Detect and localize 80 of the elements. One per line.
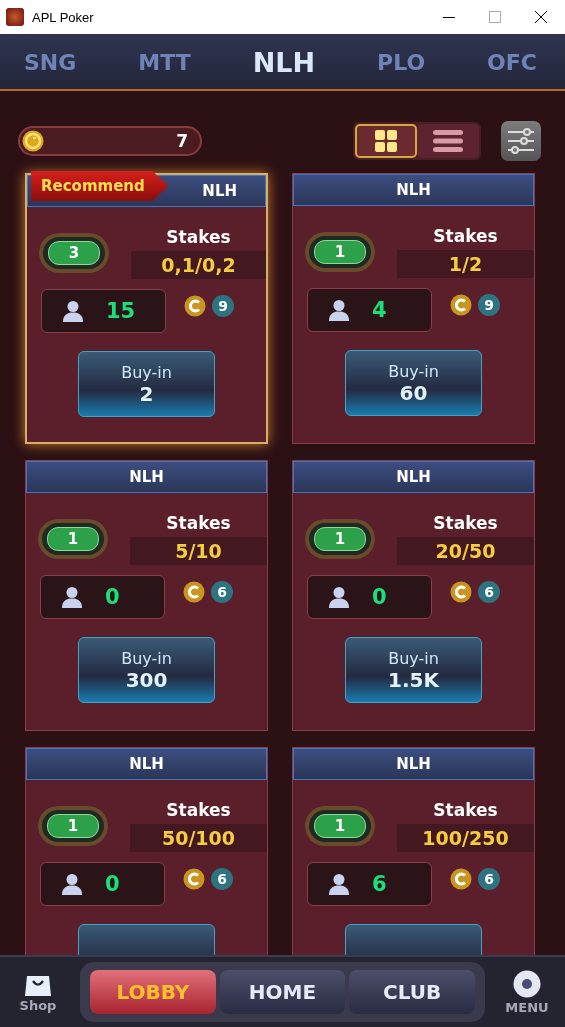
stakes-value: 1/2 (397, 250, 534, 278)
stakes-label: Stakes (166, 800, 231, 822)
coin-count: 6 (211, 581, 233, 603)
player-count: 4 (372, 298, 387, 322)
game-type: NLH (129, 755, 164, 773)
stakes-label: Stakes (166, 227, 231, 249)
game-type: NLH (396, 755, 431, 773)
window-title: APL Poker (32, 9, 94, 25)
stakes-label: Stakes (166, 513, 231, 535)
coin-icon (183, 581, 205, 603)
player-count: 0 (105, 872, 120, 896)
grid-icon (374, 129, 398, 153)
recommend-ribbon: Recommend (31, 171, 169, 201)
coin-icon (450, 581, 472, 603)
buy-in-button[interactable]: Buy-in 1.5K (345, 637, 482, 703)
player-count: 0 (372, 585, 387, 609)
nav-tab[interactable]: CLUB (349, 970, 475, 1014)
disc-icon (513, 969, 541, 998)
app-icon (6, 8, 24, 26)
game-tab[interactable]: NLH (252, 46, 316, 78)
game-type: NLH (396, 468, 431, 486)
table-count: 1 (314, 240, 366, 264)
stakes-value: 20/50 (397, 537, 534, 565)
stakes-value: 100/250 (397, 824, 534, 852)
sliders-icon (507, 128, 535, 154)
table-card[interactable]: NLH 1 Stakes 100/250 6 6 (292, 747, 535, 955)
coin-count: 6 (211, 868, 233, 890)
coin-count: 6 (478, 581, 500, 603)
table-count: 1 (314, 814, 366, 838)
table-card[interactable]: NLH 1 Stakes 50/100 0 6 (25, 747, 268, 955)
table-card[interactable]: NLH 1 Stakes 20/50 0 6 Buy-in 1.5K (292, 460, 535, 731)
table-card[interactable]: NLH 1 Stakes 1/2 4 9 Buy-in 60 (292, 173, 535, 444)
buy-in-button[interactable]: Buy-in 2 (78, 351, 215, 417)
game-tab[interactable]: PLO (377, 49, 426, 75)
person-icon (328, 299, 350, 321)
list-icon (433, 130, 463, 152)
stakes-label: Stakes (433, 513, 498, 535)
table-card[interactable]: NLH 1 Stakes 5/10 0 6 Buy-in 300 (25, 460, 268, 731)
table-count: 1 (47, 527, 99, 551)
menu-button[interactable]: MENU (499, 969, 555, 1015)
settings-button[interactable] (501, 121, 541, 161)
coin-icon (22, 130, 44, 152)
person-icon (61, 586, 83, 608)
coin-count: 9 (212, 295, 234, 317)
game-tab[interactable]: MTT (138, 49, 191, 75)
buy-in-button[interactable]: Buy-in 300 (78, 637, 215, 703)
person-icon (61, 873, 83, 895)
coin-count: 6 (478, 868, 500, 890)
player-count: 0 (105, 585, 120, 609)
coin-icon (450, 868, 472, 890)
stakes-value: 0,1/0,2 (131, 251, 266, 279)
game-tab[interactable]: OFC (487, 49, 537, 75)
close-icon[interactable] (535, 11, 547, 23)
player-count: 6 (372, 872, 387, 896)
stakes-label: Stakes (433, 800, 498, 822)
table-count: 1 (47, 814, 99, 838)
list-view-button[interactable] (417, 124, 479, 158)
grid-view-button[interactable] (355, 124, 417, 158)
shop-button[interactable]: Shop (10, 971, 66, 1013)
coin-icon (184, 295, 206, 317)
game-type: NLH (396, 181, 431, 199)
person-icon (62, 300, 84, 322)
nav-tab[interactable]: HOME (219, 970, 346, 1014)
stakes-label: Stakes (433, 226, 498, 248)
player-count: 15 (106, 299, 136, 323)
stakes-value: 50/100 (130, 824, 267, 852)
coin-count: 9 (478, 294, 500, 316)
buy-in-button[interactable]: Buy-in 60 (345, 350, 482, 416)
person-icon (328, 873, 350, 895)
person-icon (328, 586, 350, 608)
table-card[interactable]: Recommend NLH 3 Stakes 0,1/0,2 15 9 Buy-in 2 (25, 173, 268, 444)
coin-icon (183, 868, 205, 890)
game-type: NLH (129, 468, 164, 486)
coin-icon (450, 294, 472, 316)
game-type: NLH (202, 182, 237, 200)
table-count: 3 (48, 241, 100, 265)
balance-value: 7 (176, 131, 188, 151)
game-tab[interactable]: SNG (24, 49, 77, 75)
stakes-value: 5/10 (130, 537, 267, 565)
table-count: 1 (314, 527, 366, 551)
